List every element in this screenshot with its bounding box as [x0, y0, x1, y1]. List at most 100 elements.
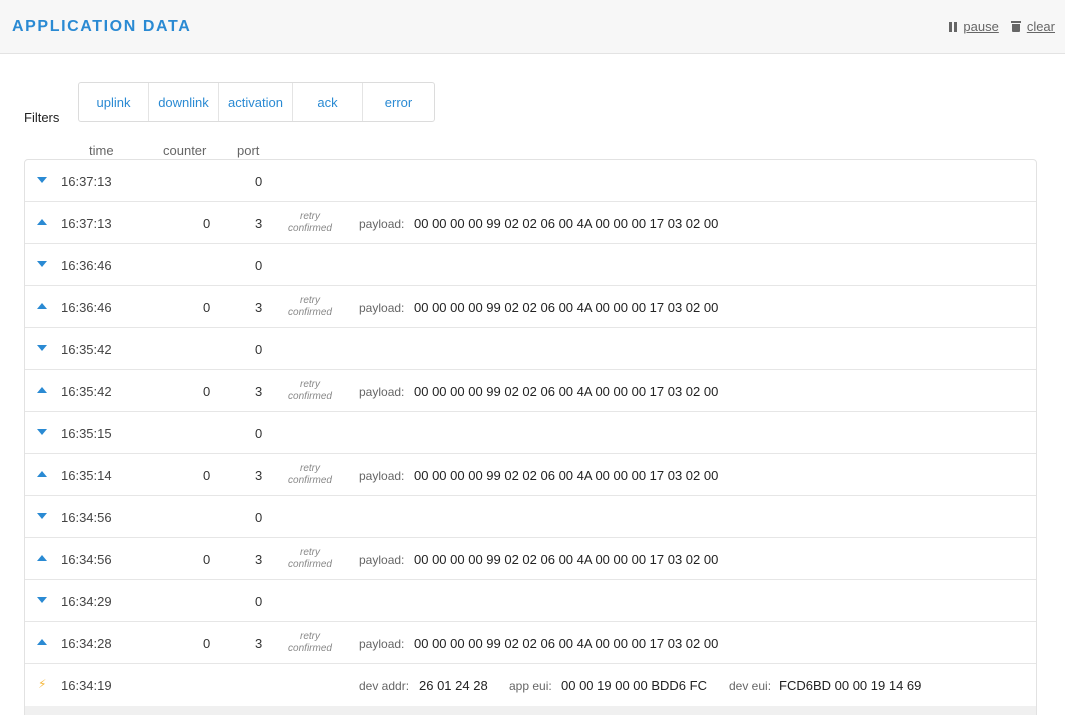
triangle-down-icon[interactable] — [37, 597, 47, 603]
retry-flag: retry — [300, 463, 320, 474]
message-port: 3 — [255, 384, 263, 399]
retry-flag: retry — [300, 295, 320, 306]
uplink-message-row[interactable]: 16:34:56 0 3 retry confirmed payload: 00 00 00… — [25, 538, 1036, 580]
app-header: APPLICATION DATA pause clear — [0, 0, 1065, 54]
message-time: 16:34:29 — [61, 594, 112, 609]
dev-addr-label: dev addr: — [359, 679, 410, 693]
filter-ack-button[interactable]: ack — [293, 83, 363, 121]
pause-icon — [949, 21, 958, 32]
retry-flag: retry — [300, 631, 320, 642]
triangle-up-icon[interactable] — [37, 639, 47, 645]
message-time: 16:34:56 — [61, 510, 112, 525]
downlink-message-row[interactable]: 16:34:29 0 — [25, 580, 1036, 622]
filter-uplink-button[interactable]: uplink — [79, 83, 149, 121]
messages-table: 16:37:13 0 16:37:13 0 3 retry confirmed payload… — [24, 159, 1037, 715]
payload-value: 00 00 00 00 99 02 02 06 00 4A 00 00 00 1… — [414, 300, 719, 315]
confirmed-flag: confirmed — [288, 391, 332, 402]
triangle-down-icon[interactable] — [37, 261, 47, 267]
payload-value: 00 00 00 00 99 02 02 06 00 4A 00 00 00 1… — [414, 384, 719, 399]
message-port: 3 — [255, 216, 263, 231]
retry-flag: retry — [300, 547, 320, 558]
confirmed-flag: confirmed — [288, 307, 332, 318]
confirmed-flag: confirmed — [288, 223, 332, 234]
message-time: 16:37:13 — [61, 216, 112, 231]
payload-label: payload: — [359, 301, 405, 315]
message-flags: retry confirmed — [275, 463, 345, 487]
triangle-up-icon[interactable] — [37, 303, 47, 309]
payload-value: 00 00 00 00 99 02 02 06 00 4A 00 00 00 1… — [414, 552, 719, 567]
pause-button[interactable]: pause — [949, 19, 999, 34]
message-port: 3 — [255, 300, 263, 315]
dev-eui-label: dev eui: — [729, 679, 772, 693]
app-eui-value: 00 00 19 00 00 BDD6 FC — [561, 678, 707, 693]
message-port: 0 — [255, 342, 263, 357]
confirmed-flag: confirmed — [288, 475, 332, 486]
message-time: 16:36:46 — [61, 258, 112, 273]
payload-label: payload: — [359, 637, 405, 651]
downlink-message-row[interactable]: 16:34:56 0 — [25, 496, 1036, 538]
downlink-message-row[interactable]: 16:35:42 0 — [25, 328, 1036, 370]
message-port: 0 — [255, 258, 263, 273]
message-flags: retry confirmed — [275, 379, 345, 403]
message-flags: retry confirmed — [275, 547, 345, 571]
message-port: 3 — [255, 552, 263, 567]
page-title: APPLICATION DATA — [12, 18, 192, 35]
downlink-message-row[interactable]: 16:36:46 0 — [25, 244, 1036, 286]
uplink-message-row[interactable]: 16:35:42 0 3 retry confirmed payload: 00 00 00… — [25, 370, 1036, 412]
uplink-message-row[interactable]: 16:34:28 0 3 retry confirmed payload: 00 00 00… — [25, 622, 1036, 664]
retry-flag: retry — [300, 211, 320, 222]
uplink-message-row[interactable]: 16:36:46 0 3 retry confirmed payload: 00 00 00… — [25, 286, 1036, 328]
message-port: 0 — [255, 510, 263, 525]
triangle-up-icon[interactable] — [37, 219, 47, 225]
message-time: 16:34:56 — [61, 552, 112, 567]
uplink-message-row[interactable]: 16:35:14 0 3 retry confirmed payload: 00 00 00… — [25, 454, 1036, 496]
retry-flag: retry — [300, 379, 320, 390]
triangle-down-icon[interactable] — [37, 429, 47, 435]
downlink-message-row[interactable]: 16:37:13 0 — [25, 160, 1036, 202]
triangle-down-icon[interactable] — [37, 345, 47, 351]
message-counter: 0 — [203, 216, 211, 231]
triangle-up-icon[interactable] — [37, 387, 47, 393]
app-eui-label: app eui: — [509, 679, 552, 693]
filter-downlink-button[interactable]: downlink — [149, 83, 219, 121]
payload-value: 00 00 00 00 99 02 02 06 00 4A 00 00 00 1… — [414, 636, 719, 651]
confirmed-flag: confirmed — [288, 643, 332, 654]
message-flags: retry confirmed — [275, 631, 345, 655]
message-port: 0 — [255, 426, 263, 441]
message-time: 16:35:15 — [61, 426, 112, 441]
payload-label: payload: — [359, 553, 405, 567]
message-port: 0 — [255, 594, 263, 609]
message-port: 3 — [255, 636, 263, 651]
message-time: 16:35:42 — [61, 384, 112, 399]
uplink-message-row[interactable]: 16:37:13 0 3 retry confirmed payload: 00 00 00… — [25, 202, 1036, 244]
header-actions: pause clear — [949, 19, 1055, 34]
message-counter: 0 — [203, 468, 211, 483]
trash-icon — [1010, 21, 1021, 32]
message-time: 16:35:42 — [61, 342, 112, 357]
message-time: 16:35:14 — [61, 468, 112, 483]
activation-message-row[interactable]: ⚡ 16:34:19 dev addr: 26 01 24 28 app eui: 00 … — [25, 664, 1036, 706]
triangle-down-icon[interactable] — [37, 513, 47, 519]
message-counter: 0 — [203, 300, 211, 315]
confirmed-flag: confirmed — [288, 559, 332, 570]
triangle-up-icon[interactable] — [37, 555, 47, 561]
column-header-time: time — [89, 143, 114, 158]
filters-label: Filters — [24, 110, 60, 125]
filter-group: uplink downlink activation ack error — [78, 82, 435, 122]
payload-value: 00 00 00 00 99 02 02 06 00 4A 00 00 00 1… — [414, 468, 719, 483]
filter-activation-button[interactable]: activation — [219, 83, 293, 121]
triangle-down-icon[interactable] — [37, 177, 47, 183]
payload-value: 00 00 00 00 99 02 02 06 00 4A 00 00 00 1… — [414, 216, 719, 231]
payload-label: payload: — [359, 385, 405, 399]
downlink-message-row[interactable]: 16:35:15 0 — [25, 412, 1036, 454]
dev-addr-value: 26 01 24 28 — [419, 678, 488, 693]
column-header-counter: counter — [163, 143, 207, 158]
message-time: 16:34:28 — [61, 636, 112, 651]
message-port: 3 — [255, 468, 263, 483]
clear-button[interactable]: clear — [1010, 19, 1055, 34]
filter-error-button[interactable]: error — [363, 83, 434, 121]
payload-label: payload: — [359, 469, 405, 483]
message-counter: 0 — [203, 384, 211, 399]
message-counter: 0 — [203, 636, 211, 651]
triangle-up-icon[interactable] — [37, 471, 47, 477]
